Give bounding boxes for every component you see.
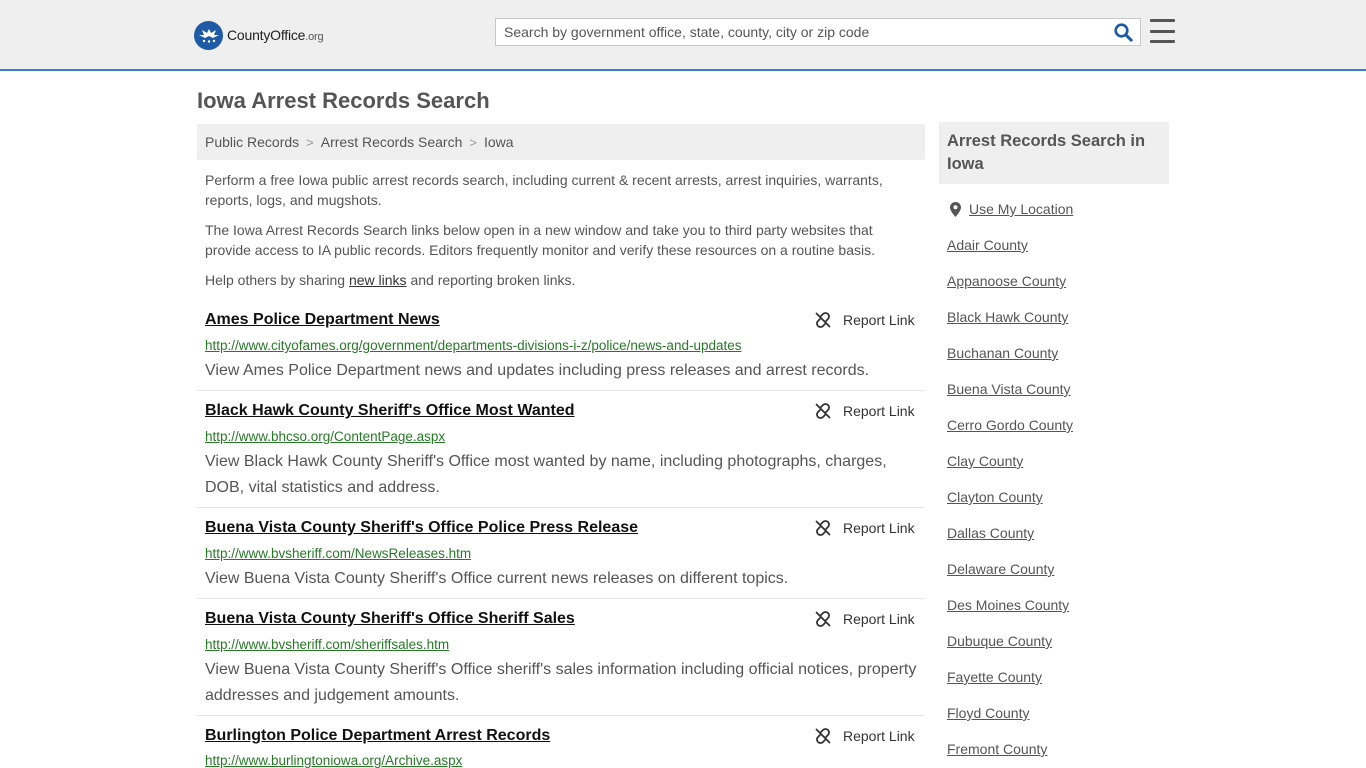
- report-link-label: Report Link: [843, 520, 915, 536]
- sidebar-county-link[interactable]: Floyd County: [947, 705, 1029, 721]
- result-title-link[interactable]: Ames Police Department News: [205, 311, 440, 329]
- breadcrumb: Public Records > Arrest Records Search >…: [197, 124, 925, 160]
- result-description: View Black Hawk County Sheriff's Office …: [205, 453, 887, 496]
- report-link-label: Report Link: [843, 728, 915, 744]
- page-title: Iowa Arrest Records Search: [197, 88, 490, 113]
- broken-link-icon: [815, 611, 831, 627]
- result-url[interactable]: http://www.bhcso.org/ContentPage.aspx: [205, 429, 445, 444]
- search-input[interactable]: [496, 19, 1106, 45]
- breadcrumb-separator: >: [306, 134, 314, 150]
- broken-link-icon: [815, 403, 831, 419]
- broken-link-icon: [815, 312, 831, 328]
- result-item: Buena Vista County Sheriff's Office Poli…: [197, 519, 925, 599]
- report-link-button[interactable]: Report Link: [815, 611, 915, 627]
- new-links-link[interactable]: new links: [349, 272, 407, 288]
- sidebar-county-link[interactable]: Fremont County: [947, 741, 1047, 757]
- breadcrumb-separator: >: [469, 134, 477, 150]
- sidebar-county-link[interactable]: Dubuque County: [947, 633, 1052, 649]
- report-link-button[interactable]: Report Link: [815, 403, 915, 419]
- logo-tld: .org: [305, 31, 324, 43]
- result-item: Black Hawk County Sheriff's Office Most …: [197, 402, 925, 508]
- result-item: Buena Vista County Sheriff's Office Sher…: [197, 610, 925, 716]
- report-link-button[interactable]: Report Link: [815, 520, 915, 536]
- location-pin-icon: [950, 201, 961, 217]
- report-link-button[interactable]: Report Link: [815, 312, 915, 328]
- result-url[interactable]: http://www.cityofames.org/government/dep…: [205, 338, 742, 353]
- sidebar-county-link[interactable]: Dallas County: [947, 525, 1034, 541]
- logo-text: CountyOffice.org: [227, 27, 324, 43]
- sidebar-county-link[interactable]: Appanoose County: [947, 273, 1066, 289]
- sidebar-county-link[interactable]: Des Moines County: [947, 597, 1069, 613]
- logo-brand: CountyOffice: [227, 27, 306, 43]
- site-logo[interactable]: CountyOffice.org: [194, 20, 324, 50]
- use-my-location-link[interactable]: Use My Location: [950, 201, 1073, 217]
- eagle-seal-icon: [194, 20, 223, 50]
- breadcrumb-arrest-records-search[interactable]: Arrest Records Search: [321, 134, 463, 150]
- sidebar-county-link[interactable]: Delaware County: [947, 561, 1054, 577]
- use-my-location-label: Use My Location: [969, 201, 1074, 217]
- result-description: View Ames Police Department news and upd…: [205, 362, 870, 379]
- result-title-link[interactable]: Buena Vista County Sheriff's Office Poli…: [205, 519, 638, 537]
- sidebar-county-link[interactable]: Adair County: [947, 237, 1028, 253]
- breadcrumb-iowa[interactable]: Iowa: [484, 134, 514, 150]
- sidebar-county-link[interactable]: Clay County: [947, 453, 1023, 469]
- result-description: View Buena Vista County Sheriff's Office…: [205, 570, 789, 587]
- result-url[interactable]: http://www.bvsheriff.com/sheriffsales.ht…: [205, 637, 449, 652]
- intro-paragraph-2: The Iowa Arrest Records Search links bel…: [205, 222, 876, 258]
- result-title-link[interactable]: Buena Vista County Sheriff's Office Sher…: [205, 610, 575, 628]
- intro-text: Help others by sharing: [205, 272, 349, 288]
- search-button[interactable]: [1106, 19, 1140, 45]
- result-description: View Buena Vista County Sheriff's Office…: [205, 661, 917, 704]
- result-url[interactable]: http://www.burlingtoniowa.org/Archive.as…: [205, 753, 462, 768]
- broken-link-icon: [815, 520, 831, 536]
- report-link-button[interactable]: Report Link: [815, 728, 915, 744]
- result-item: Burlington Police Department Arrest Reco…: [197, 727, 925, 768]
- sidebar-county-link[interactable]: Buena Vista County: [947, 381, 1071, 397]
- result-item: Ames Police Department News Report Link …: [197, 311, 925, 391]
- sidebar-title: Arrest Records Search in Iowa: [939, 122, 1169, 184]
- sidebar-county-link[interactable]: Black Hawk County: [947, 309, 1068, 325]
- result-url[interactable]: http://www.bvsheriff.com/NewsReleases.ht…: [205, 546, 471, 561]
- intro-text: and reporting broken links.: [406, 272, 576, 288]
- sidebar-county-link[interactable]: Fayette County: [947, 669, 1042, 685]
- report-link-label: Report Link: [843, 403, 915, 419]
- breadcrumb-public-records[interactable]: Public Records: [205, 134, 299, 150]
- sidebar-county-link[interactable]: Cerro Gordo County: [947, 417, 1073, 433]
- sidebar-county-link[interactable]: Buchanan County: [947, 345, 1058, 361]
- site-header: CountyOffice.org: [0, 0, 1366, 71]
- result-title-link[interactable]: Burlington Police Department Arrest Reco…: [205, 727, 550, 745]
- hamburger-menu-icon[interactable]: [1150, 19, 1175, 43]
- report-link-label: Report Link: [843, 611, 915, 627]
- broken-link-icon: [815, 728, 831, 744]
- search-icon: [1113, 22, 1133, 42]
- sidebar-county-link[interactable]: Clayton County: [947, 489, 1043, 505]
- intro-paragraph-3: Help others by sharing new links and rep…: [205, 270, 905, 290]
- report-link-label: Report Link: [843, 312, 915, 328]
- result-title-link[interactable]: Black Hawk County Sheriff's Office Most …: [205, 402, 575, 420]
- search-box: [495, 18, 1141, 46]
- intro-paragraph-1: Perform a free Iowa public arrest record…: [205, 172, 883, 208]
